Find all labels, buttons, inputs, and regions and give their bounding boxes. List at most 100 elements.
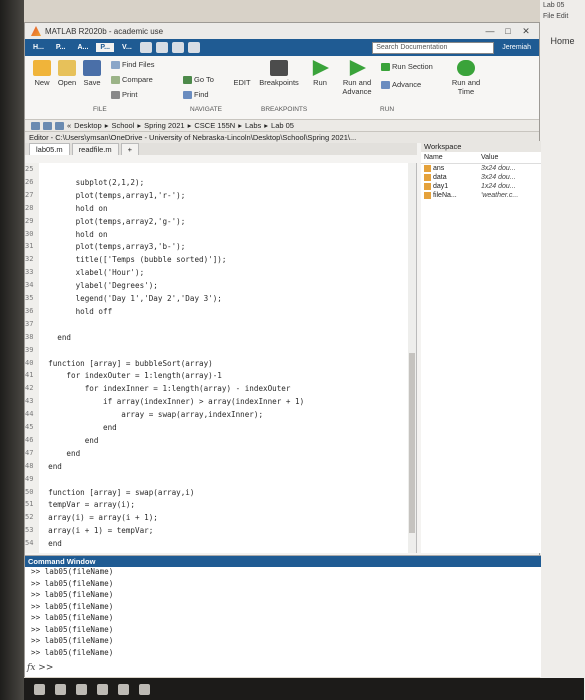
task-view-icon[interactable] xyxy=(76,683,87,695)
start-icon[interactable] xyxy=(34,683,45,695)
code-line[interactable]: 28 hold on xyxy=(25,204,108,215)
line-number[interactable]: 54 xyxy=(25,539,39,550)
line-number[interactable]: 36 xyxy=(25,307,39,318)
line-number[interactable]: 43 xyxy=(25,397,39,408)
app-icon[interactable] xyxy=(97,683,108,695)
save-button[interactable]: Save xyxy=(81,60,103,87)
quick-undo-icon[interactable] xyxy=(171,42,184,53)
current-folder-bar[interactable]: « Desktop ▸ School ▸ Spring 2021 ▸ CSCE 155… xyxy=(25,120,539,132)
print-button[interactable]: Print xyxy=(111,90,137,99)
compare-button[interactable]: Compare xyxy=(111,75,153,84)
code-line[interactable]: 40 function [array] = bubbleSort(array) xyxy=(25,359,213,370)
editor-scroll-thumb[interactable] xyxy=(409,353,415,533)
search-input[interactable]: Search Documentation xyxy=(372,41,495,54)
workspace-col-name[interactable]: Name xyxy=(424,154,481,161)
app-icon[interactable] xyxy=(118,683,129,695)
maximize-button[interactable]: □ xyxy=(501,26,515,36)
line-number[interactable]: 40 xyxy=(25,359,39,370)
code-line[interactable]: 38 end xyxy=(25,333,71,344)
line-number[interactable]: 29 xyxy=(25,217,39,228)
code-line[interactable]: 41 for indexOuter = 1:length(array)-1 xyxy=(25,371,222,382)
editor-tab-readfile[interactable]: readfile.m xyxy=(71,143,119,155)
tab-view[interactable]: V... xyxy=(118,43,136,52)
line-number[interactable]: 35 xyxy=(25,294,39,305)
background-tab[interactable]: Lab 05 xyxy=(540,0,585,11)
path-segment[interactable]: Lab 05 xyxy=(271,121,294,130)
line-number[interactable]: 41 xyxy=(25,371,39,382)
go-to-button[interactable]: Go To xyxy=(183,75,214,84)
search-icon[interactable] xyxy=(55,683,66,695)
line-number[interactable]: 44 xyxy=(25,410,39,421)
find-files-button[interactable]: Find Files xyxy=(111,60,155,69)
line-number[interactable]: 47 xyxy=(25,449,39,460)
help-icon[interactable] xyxy=(187,42,200,53)
code-line[interactable]: 49 xyxy=(25,475,39,486)
line-number[interactable]: 32 xyxy=(25,255,39,266)
code-line[interactable]: 54 end xyxy=(25,539,62,550)
code-editor[interactable]: 25 26 subplot(2,1,2); 27 plot(temps,array1… xyxy=(25,163,417,553)
tab-publish[interactable]: P... xyxy=(96,43,114,52)
line-number[interactable]: 26 xyxy=(25,178,39,189)
line-number[interactable]: 46 xyxy=(25,436,39,447)
command-prompt[interactable]: fx >> xyxy=(27,663,53,673)
code-line[interactable]: 42 for indexInner = 1:length(array) - in… xyxy=(25,384,290,395)
run-and-advance-button[interactable]: Run and Advance xyxy=(338,60,376,96)
code-line[interactable]: 37 xyxy=(25,320,39,331)
code-line[interactable]: 53 array(i + 1) = tempVar; xyxy=(25,526,153,537)
path-segment[interactable]: CSCE 155N xyxy=(194,121,235,130)
code-line[interactable]: 44 array = swap(array,indexInner); xyxy=(25,410,263,421)
line-number[interactable]: 38 xyxy=(25,333,39,344)
line-number[interactable]: 25 xyxy=(25,165,39,176)
editor-scrollbar[interactable] xyxy=(408,163,416,553)
tab-apps[interactable]: A... xyxy=(74,43,93,52)
code-line[interactable]: 30 hold on xyxy=(25,230,108,241)
code-line[interactable]: 29 plot(temps,array2,'g-'); xyxy=(25,217,185,228)
minimize-button[interactable]: — xyxy=(483,26,497,36)
line-number[interactable]: 27 xyxy=(25,191,39,202)
path-segment[interactable]: Spring 2021 xyxy=(144,121,184,130)
forward-icon[interactable] xyxy=(43,121,52,130)
code-line[interactable]: 31 plot(temps,array3,'b-'); xyxy=(25,242,185,253)
edit-button[interactable]: EDIT xyxy=(230,78,254,87)
new-tab-button[interactable]: + xyxy=(120,143,140,155)
editor-tab-lab05[interactable]: lab05.m xyxy=(29,143,70,155)
line-number[interactable]: 31 xyxy=(25,242,39,253)
workspace-row[interactable]: data 3x24 dou... xyxy=(421,173,541,182)
background-home-tab[interactable]: Home xyxy=(540,36,585,46)
code-line[interactable]: 39 xyxy=(25,346,39,357)
workspace-col-value[interactable]: Value xyxy=(481,154,538,161)
line-number[interactable]: 51 xyxy=(25,500,39,511)
path-segment[interactable]: Desktop xyxy=(74,121,102,130)
find-button[interactable]: Find xyxy=(183,90,209,99)
line-number[interactable]: 34 xyxy=(25,281,39,292)
new-button[interactable]: New xyxy=(31,60,53,87)
back-icon[interactable] xyxy=(31,121,40,130)
code-line[interactable]: 26 subplot(2,1,2); xyxy=(25,178,144,189)
code-line[interactable]: 50 function [array] = swap(array,i) xyxy=(25,488,194,499)
line-number[interactable]: 33 xyxy=(25,268,39,279)
line-number[interactable]: 39 xyxy=(25,346,39,357)
code-line[interactable]: 27 plot(temps,array1,'r-'); xyxy=(25,191,185,202)
code-line[interactable]: 51 tempVar = array(i); xyxy=(25,500,135,511)
background-menu[interactable]: File Edit xyxy=(540,11,585,22)
code-line[interactable]: 47 end xyxy=(25,449,80,460)
quick-save-icon[interactable] xyxy=(139,42,152,53)
code-line[interactable]: 52 array(i) = array(i + 1); xyxy=(25,513,158,524)
code-line[interactable]: 43 if array(indexInner) > array(indexInn… xyxy=(25,397,304,408)
tab-home[interactable]: H... xyxy=(29,43,48,52)
code-line[interactable]: 33 xlabel('Hour'); xyxy=(25,268,144,279)
path-segment[interactable]: School xyxy=(111,121,134,130)
code-line[interactable]: 35 legend('Day 1','Day 2','Day 3'); xyxy=(25,294,222,305)
code-line[interactable]: 34 ylabel('Degrees'); xyxy=(25,281,158,292)
run-and-time-button[interactable]: Run and Time xyxy=(450,60,482,96)
quick-cut-icon[interactable] xyxy=(155,42,168,53)
code-line[interactable]: 48 end xyxy=(25,462,62,473)
code-line[interactable]: 45 end xyxy=(25,423,117,434)
line-number[interactable]: 52 xyxy=(25,513,39,524)
tab-plots[interactable]: P... xyxy=(52,43,70,52)
workspace-row[interactable]: day1 1x24 dou... xyxy=(421,182,541,191)
line-number[interactable]: 48 xyxy=(25,462,39,473)
run-button[interactable]: Run xyxy=(308,60,332,87)
code-line[interactable]: 46 end xyxy=(25,436,98,447)
run-section-button[interactable]: Run Section xyxy=(381,62,433,71)
